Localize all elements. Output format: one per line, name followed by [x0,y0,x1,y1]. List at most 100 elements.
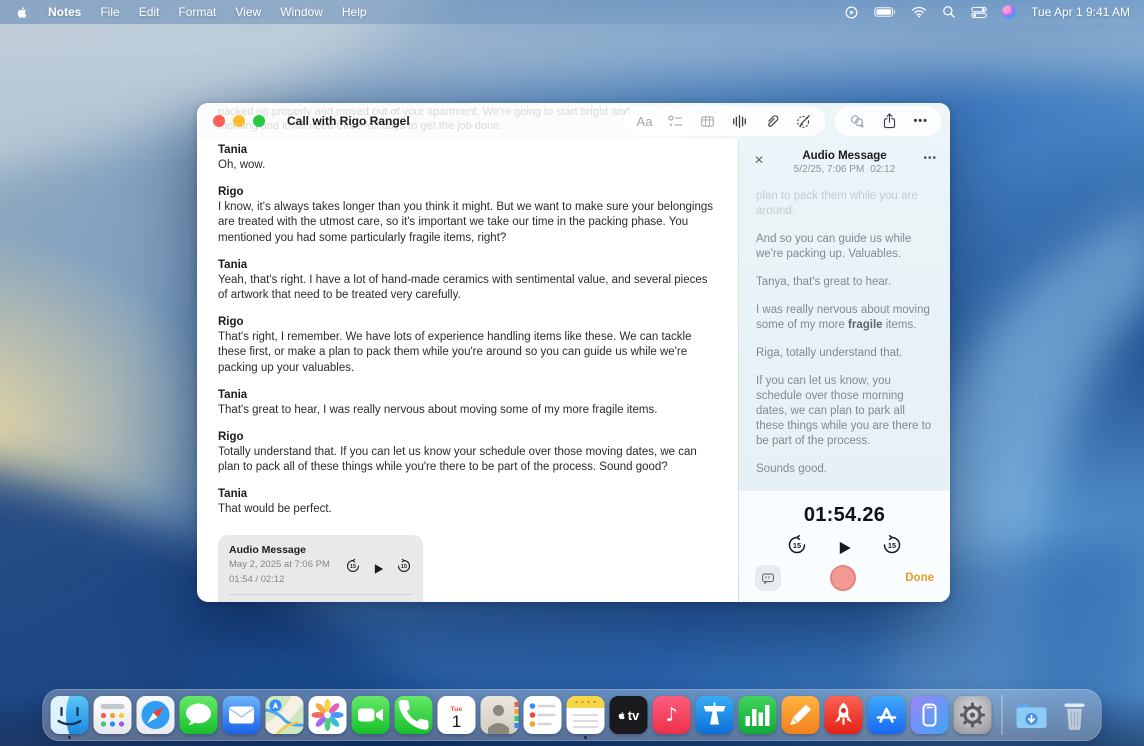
attachment-button[interactable] [763,113,780,130]
conversation-block: Rigo I know, it's always takes longer th… [218,185,718,246]
siri-icon[interactable] [1002,5,1016,19]
panel-duration: 02:12 [870,164,895,175]
transcript-line: And so you can guide us while we're pack… [756,232,933,262]
speaker-text: Oh, wow. [218,158,718,173]
dock-mail-icon[interactable] [223,696,261,734]
conversation-block: Rigo Totally understand that. If you can… [218,430,718,475]
more-options-button[interactable]: ••• [913,115,928,127]
close-panel-button[interactable]: ✕ [754,153,764,167]
dock-contacts-icon[interactable] [481,696,519,734]
menu-window[interactable]: Window [280,5,323,19]
transcript-line: Sounds good. [756,462,933,477]
window-title: Call with Rigo Rangel [287,114,410,128]
play-button[interactable] [836,539,853,557]
menu-format[interactable]: Format [178,5,216,19]
dock-iphone-mirroring-icon[interactable] [911,696,949,734]
skip-back-15-button[interactable]: 15 [786,534,808,561]
dock-trash-icon[interactable] [1056,696,1094,734]
speaker-name: Rigo [218,315,718,330]
conversation-block: Tania That would be perfect. [218,487,718,517]
dock-downloads-folder-icon[interactable] [1013,696,1051,734]
menu-file[interactable]: File [100,5,119,19]
screen-mirroring-indicator-icon[interactable] [844,5,859,20]
speaker-name: Tania [218,388,718,403]
menu-edit[interactable]: Edit [139,5,160,19]
dock-games-icon[interactable] [825,696,863,734]
dock-keynote-icon[interactable] [696,696,734,734]
skip-back-15-button[interactable]: 15 [345,558,361,579]
transcript-bubble-button[interactable] [755,565,781,591]
menu-bar: Notes File Edit Format View Window Help … [0,0,1144,24]
dock-reminders-icon[interactable] [524,696,562,734]
dock-notes-icon[interactable] [567,696,605,734]
record-button[interactable] [830,565,856,591]
dock-phone-icon[interactable] [395,696,433,734]
music-note-glyph: ♪ [665,704,677,726]
dock-finder-icon[interactable] [51,696,89,734]
audio-waveform-button[interactable] [731,113,748,130]
dock-maps-icon[interactable] [266,696,304,734]
done-button[interactable]: Done [905,572,934,584]
skip-forward-15-button[interactable]: 15 [396,558,412,579]
link-note-button[interactable] [848,112,866,130]
toolbar: Aa ••• [623,106,942,136]
conversation-block: Tania Oh, wow. [218,143,718,173]
conversation-block: Tania That's great to hear, I was really… [218,388,718,418]
dock-app-store-icon[interactable] [868,696,906,734]
table-button[interactable] [699,113,716,130]
wifi-icon[interactable] [911,6,927,18]
conversation-block: Tania Yeah, that's right. I have a lot o… [218,258,718,303]
dock-music-icon[interactable]: ♪ [653,696,691,734]
audio-card-progress: 01:54 / 02:12 [229,573,330,586]
menubar-clock[interactable]: Tue Apr 1 9:41 AM [1031,5,1130,19]
markup-button[interactable] [795,113,812,130]
speaker-text: That's great to hear, I was really nervo… [218,403,718,418]
dock-pages-icon[interactable] [782,696,820,734]
dock-tv-icon[interactable]: tv [610,696,648,734]
spotlight-search-icon[interactable] [942,5,956,19]
menu-help[interactable]: Help [342,5,367,19]
dock-messages-icon[interactable] [180,696,218,734]
conversation-block: Rigo That's right, I remember. We have l… [218,315,718,376]
audio-card-date: May 2, 2025 at 7:06 PM [229,558,330,571]
svg-text:15: 15 [401,564,407,570]
dock-system-settings-icon[interactable] [954,696,992,734]
tv-label: tv [628,708,640,723]
transcript-line: I was really nervous about moving some o… [756,303,933,333]
audio-message-panel: ✕ Audio Message 5/2/25, 7:06 PM02:12 •••… [738,103,950,602]
play-button[interactable] [372,562,385,576]
minimize-window-button[interactable] [233,115,245,127]
window-titlebar: packed up properly and moved out of your… [197,103,950,139]
share-button[interactable] [881,112,898,130]
dock-photos-icon[interactable] [309,696,347,734]
calendar-day: 1 [452,713,461,731]
note-editor[interactable]: Tania Oh, wow. Rigo I know, it's always … [197,103,738,602]
transcript-line: Tanya, that's great to hear. [756,275,933,290]
battery-icon[interactable] [874,6,896,18]
svg-text:15: 15 [793,541,801,550]
divider [229,594,412,595]
audio-message-card[interactable]: Audio Message May 2, 2025 at 7:06 PM 01:… [218,535,423,602]
checklist-button[interactable] [667,113,684,130]
menubar-app-name[interactable]: Notes [48,5,81,19]
transcript-line: plan to pack them while you are around. [756,189,933,219]
dock-facetime-icon[interactable] [352,696,390,734]
control-center-icon[interactable] [971,6,987,19]
dock-numbers-icon[interactable] [739,696,777,734]
menu-view[interactable]: View [235,5,261,19]
panel-more-button[interactable]: ••• [923,153,937,164]
skip-forward-15-button[interactable]: 15 [881,534,903,561]
dock-safari-icon[interactable] [137,696,175,734]
window-controls [213,115,265,127]
highlighted-word: fragile [848,319,883,331]
panel-datetime: 5/2/25, 7:06 PM [794,164,865,175]
dock-calendar-icon[interactable]: Tue1 [438,696,476,734]
dock-launchpad-icon[interactable] [94,696,132,734]
playback-time: 01:54.26 [739,504,950,527]
zoom-window-button[interactable] [253,115,265,127]
close-window-button[interactable] [213,115,225,127]
desktop: Notes File Edit Format View Window Help … [0,0,1144,746]
dock-divider [1002,695,1003,735]
format-text-button[interactable]: Aa [637,114,653,129]
apple-menu-icon[interactable] [16,5,29,20]
